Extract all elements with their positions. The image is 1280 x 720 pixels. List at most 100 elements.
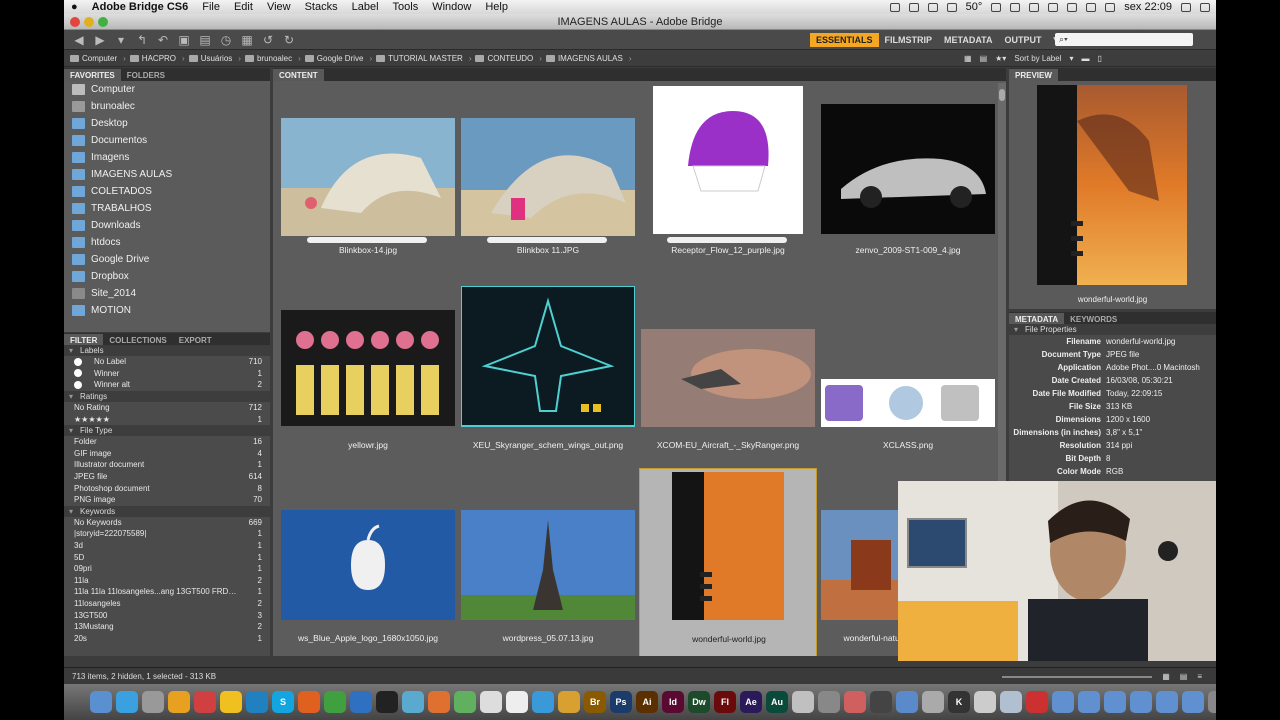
filter-item[interactable]: Winner 1 <box>64 368 270 380</box>
dropbox-icon[interactable] <box>927 2 938 12</box>
tab-content[interactable]: CONTENT <box>273 69 324 81</box>
chevron-right-icon[interactable]: › <box>469 54 472 63</box>
workspace-metadata[interactable]: METADATA <box>938 33 999 47</box>
dock-app-icon[interactable] <box>480 691 502 713</box>
dock-app-icon[interactable] <box>974 691 996 713</box>
thumbnail-filename[interactable]: zenvo_2009-ST1-009_4.jpg <box>819 245 997 255</box>
thumbnail-image[interactable] <box>461 510 635 620</box>
thumbnail-image[interactable] <box>641 329 815 427</box>
filter-item[interactable]: |storyid=222075589| 1 <box>64 528 270 540</box>
breadcrumb-item[interactable]: Usuários <box>188 54 232 63</box>
status-icon[interactable] <box>1048 2 1059 12</box>
thumbnail-filename[interactable]: Receptor_Flow_12_purple.jpg <box>639 245 817 255</box>
thumbnail-filename[interactable]: XCOM-EU_Aircraft_-_SkyRanger.png <box>639 440 817 450</box>
dock-app-icon[interactable]: K <box>948 691 970 713</box>
forward-icon[interactable]: ▶ <box>93 33 107 47</box>
dock-app-icon[interactable] <box>506 691 528 713</box>
filter-item[interactable]: 11losangeles 2 <box>64 598 270 610</box>
thumbnail-filename[interactable]: yellowr.jpg <box>279 440 457 450</box>
breadcrumb-item[interactable]: Google Drive <box>304 54 363 63</box>
chevron-right-icon[interactable]: › <box>182 54 185 63</box>
minimize-window-button[interactable] <box>84 17 94 27</box>
thumbnail-filename[interactable]: XEU_Skyranger_schem_wings_out.png <box>459 440 637 450</box>
filter-item[interactable]: PNG image 70 <box>64 494 270 506</box>
sidebar-item[interactable]: MOTION <box>64 302 270 319</box>
menu-label[interactable]: Label <box>345 1 386 13</box>
filter-item[interactable]: Photoshop document 8 <box>64 482 270 494</box>
sidebar-item[interactable]: Computer <box>64 81 270 98</box>
dock-app-icon[interactable] <box>194 691 216 713</box>
rotate-left-icon[interactable]: ↺ <box>261 33 275 47</box>
sidebar-item[interactable]: COLETADOS <box>64 183 270 200</box>
status-icon[interactable] <box>991 2 1002 12</box>
dock-app-icon[interactable] <box>1208 691 1216 713</box>
dock-app-icon[interactable] <box>922 691 944 713</box>
filter-item[interactable]: 3d 1 <box>64 540 270 552</box>
reveal-icon[interactable]: ↰ <box>135 33 149 47</box>
dock-app-icon[interactable] <box>142 691 164 713</box>
sidebar-item[interactable]: htdocs <box>64 234 270 251</box>
filter-item[interactable]: 13Mustang 2 <box>64 621 270 633</box>
dock-app-icon[interactable]: Dw <box>688 691 710 713</box>
tab-favorites[interactable]: FAVORITES <box>64 69 121 81</box>
dock-app-icon[interactable] <box>844 691 866 713</box>
chevron-right-icon[interactable]: › <box>369 54 372 63</box>
chevron-right-icon[interactable]: › <box>298 54 301 63</box>
breadcrumb-item[interactable]: Computer <box>70 54 117 63</box>
filter-item[interactable]: 5D 1 <box>64 551 270 563</box>
camera-icon[interactable]: ▣ <box>177 33 191 47</box>
thumbnail-filename[interactable]: wonderful-world.jpg <box>640 634 818 644</box>
dock-app-icon[interactable] <box>1078 691 1100 713</box>
refine-icon[interactable]: ▤ <box>198 33 212 47</box>
dock-app-icon[interactable] <box>792 691 814 713</box>
menu-tools[interactable]: Tools <box>386 1 426 13</box>
filter-item[interactable]: 09pri 1 <box>64 563 270 575</box>
scrollbar-thumb[interactable] <box>999 89 1005 101</box>
chevron-down-icon[interactable]: ▾ <box>1069 54 1073 63</box>
status-icon[interactable] <box>946 2 957 12</box>
dock-app-icon[interactable] <box>376 691 398 713</box>
dock-app-icon[interactable] <box>402 691 424 713</box>
dock-app-icon[interactable] <box>1026 691 1048 713</box>
filter-item[interactable]: No Label 710 <box>64 356 270 368</box>
star-filter-icon[interactable]: ★▾ <box>995 54 1006 63</box>
dock-app-icon[interactable]: Fl <box>714 691 736 713</box>
thumbnail-image[interactable] <box>281 118 455 236</box>
thumbnail-image[interactable] <box>672 472 784 620</box>
dock-app-icon[interactable]: Ai <box>636 691 658 713</box>
dock-app-icon[interactable]: S <box>272 691 294 713</box>
filter-item[interactable]: Winner alt 2 <box>64 379 270 391</box>
filter-item[interactable]: 13GT500 3 <box>64 609 270 621</box>
filter-item[interactable]: 11la 2 <box>64 575 270 587</box>
thumbnail-filename[interactable]: XCLASS.png <box>819 440 997 450</box>
file-properties-section[interactable]: File Properties <box>1009 324 1216 335</box>
sidebar-item[interactable]: Desktop <box>64 115 270 132</box>
sidebar-item[interactable]: Google Drive <box>64 251 270 268</box>
thumbnail[interactable]: Receptor_Flow_12_purple.jpg <box>639 83 817 273</box>
filter-item[interactable]: 11la 11la 11losangeles...ang 13GT500 FRD… <box>64 586 270 598</box>
volume-icon[interactable] <box>1067 2 1078 12</box>
menu-window[interactable]: Window <box>425 1 478 13</box>
app-menu[interactable]: Adobe Bridge CS6 <box>85 1 196 13</box>
sidebar-item[interactable]: Documentos <box>64 132 270 149</box>
filter-item[interactable]: Illustrator document 1 <box>64 459 270 471</box>
filter-section[interactable]: Labels <box>64 345 270 356</box>
dock-app-icon[interactable] <box>324 691 346 713</box>
chevron-right-icon[interactable]: › <box>539 54 542 63</box>
details-view-icon[interactable]: ▤ <box>1180 672 1188 681</box>
dock-app-icon[interactable] <box>896 691 918 713</box>
dock-app-icon[interactable] <box>1156 691 1178 713</box>
filter-item[interactable]: No Rating 712 <box>64 402 270 414</box>
dock-app-icon[interactable] <box>168 691 190 713</box>
thumbnail-filename[interactable]: wordpress_05.07.13.jpg <box>459 633 637 643</box>
dock-app-icon[interactable] <box>1130 691 1152 713</box>
dock-app-icon[interactable] <box>818 691 840 713</box>
status-icon[interactable] <box>1010 2 1021 12</box>
back-icon[interactable]: ◀ <box>72 33 86 47</box>
dock-app-icon[interactable] <box>1104 691 1126 713</box>
sidebar-item[interactable]: Imagens <box>64 149 270 166</box>
new-folder-icon[interactable]: ▬ <box>1081 54 1089 63</box>
filter-item[interactable]: ★★★★★ 1 <box>64 413 270 425</box>
list-view-icon[interactable]: ≡ <box>1197 672 1202 681</box>
breadcrumb-item[interactable]: brunoalec <box>244 54 292 63</box>
